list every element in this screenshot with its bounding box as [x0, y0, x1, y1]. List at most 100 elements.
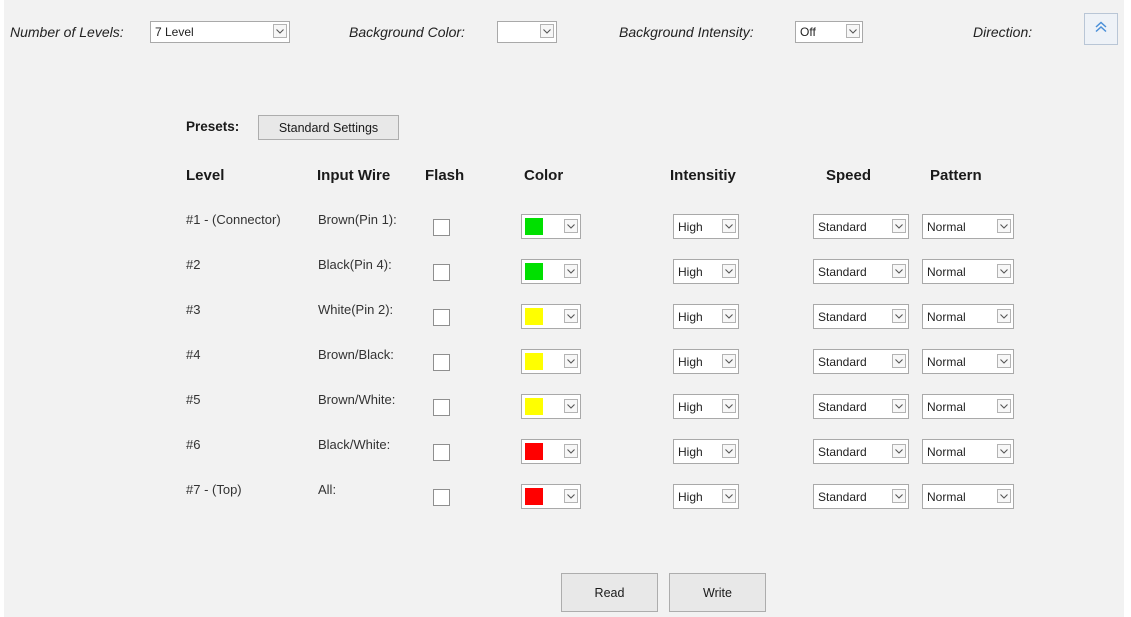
intensity-dropdown[interactable]: High — [673, 304, 739, 329]
direction-label: Direction: — [973, 24, 1033, 40]
color-swatch — [525, 443, 543, 460]
intensity-dropdown[interactable]: High — [673, 394, 739, 419]
pattern-value: Normal — [927, 445, 966, 459]
header-flash: Flash — [425, 167, 465, 184]
speed-value: Standard — [818, 355, 867, 369]
intensity-value: High — [678, 445, 703, 459]
row-level-label: #5 — [186, 392, 201, 407]
speed-value: Standard — [818, 490, 867, 504]
chevron-down-icon — [997, 399, 1011, 413]
color-swatch — [525, 353, 543, 370]
flash-checkbox[interactable] — [433, 354, 450, 371]
speed-dropdown[interactable]: Standard — [813, 439, 909, 464]
speed-value: Standard — [818, 445, 867, 459]
intensity-dropdown[interactable]: High — [673, 439, 739, 464]
chevron-down-icon — [997, 264, 1011, 278]
speed-value: Standard — [818, 220, 867, 234]
speed-dropdown[interactable]: Standard — [813, 214, 909, 239]
color-dropdown[interactable] — [521, 259, 581, 284]
flash-checkbox[interactable] — [433, 444, 450, 461]
chevron-down-icon — [564, 264, 578, 278]
pattern-value: Normal — [927, 355, 966, 369]
color-dropdown[interactable] — [521, 304, 581, 329]
chevron-down-icon — [892, 354, 906, 368]
chevron-down-icon — [997, 444, 1011, 458]
row-level-label: #4 — [186, 347, 201, 362]
pattern-dropdown[interactable]: Normal — [922, 349, 1014, 374]
write-button[interactable]: Write — [669, 573, 766, 612]
header-intensity: Intensitiy — [670, 167, 736, 184]
intensity-dropdown[interactable]: High — [673, 214, 739, 239]
speed-dropdown[interactable]: Standard — [813, 304, 909, 329]
header-input-wire: Input Wire — [317, 167, 391, 184]
chevron-down-icon — [540, 24, 554, 38]
chevron-down-icon — [564, 444, 578, 458]
flash-checkbox[interactable] — [433, 489, 450, 506]
pattern-value: Normal — [927, 400, 966, 414]
color-dropdown[interactable] — [521, 484, 581, 509]
read-button[interactable]: Read — [561, 573, 658, 612]
speed-dropdown[interactable]: Standard — [813, 394, 909, 419]
row-level-label: #1 - (Connector) — [186, 212, 281, 227]
header-pattern: Pattern — [930, 167, 982, 184]
intensity-value: High — [678, 310, 703, 324]
speed-dropdown[interactable]: Standard — [813, 259, 909, 284]
color-dropdown[interactable] — [521, 439, 581, 464]
speed-dropdown[interactable]: Standard — [813, 349, 909, 374]
flash-checkbox[interactable] — [433, 309, 450, 326]
direction-button[interactable] — [1084, 13, 1118, 45]
background-color-dropdown[interactable] — [497, 21, 557, 43]
background-color-label: Background Color: — [349, 24, 465, 40]
pattern-dropdown[interactable]: Normal — [922, 484, 1014, 509]
chevron-down-icon — [722, 444, 736, 458]
background-intensity-label: Background Intensity: — [619, 24, 754, 40]
chevron-down-icon — [273, 24, 287, 38]
header-level: Level — [186, 167, 225, 184]
flash-checkbox[interactable] — [433, 399, 450, 416]
row-input-wire-label: Black/White: — [318, 437, 391, 452]
standard-settings-button[interactable]: Standard Settings — [258, 115, 399, 140]
speed-value: Standard — [818, 310, 867, 324]
pattern-dropdown[interactable]: Normal — [922, 214, 1014, 239]
pattern-dropdown[interactable]: Normal — [922, 304, 1014, 329]
intensity-dropdown[interactable]: High — [673, 349, 739, 374]
presets-label: Presets: — [186, 119, 240, 134]
row-input-wire-label: All: — [318, 482, 337, 497]
number-of-levels-value: 7 Level — [155, 25, 194, 39]
chevron-down-icon — [892, 309, 906, 323]
intensity-dropdown[interactable]: High — [673, 259, 739, 284]
pattern-value: Normal — [927, 310, 966, 324]
intensity-dropdown[interactable]: High — [673, 484, 739, 509]
row-input-wire-label: Black(Pin 4): — [318, 257, 392, 272]
pattern-dropdown[interactable]: Normal — [922, 439, 1014, 464]
chevron-down-icon — [564, 219, 578, 233]
color-swatch — [525, 308, 543, 325]
pattern-dropdown[interactable]: Normal — [922, 394, 1014, 419]
row-level-label: #6 — [186, 437, 201, 452]
chevron-down-icon — [722, 264, 736, 278]
background-intensity-dropdown[interactable]: Off — [795, 21, 863, 43]
row-input-wire-label: Brown/White: — [318, 392, 396, 407]
color-swatch — [525, 218, 543, 235]
speed-dropdown[interactable]: Standard — [813, 484, 909, 509]
chevron-down-icon — [997, 489, 1011, 503]
flash-checkbox[interactable] — [433, 264, 450, 281]
chevron-down-icon — [892, 489, 906, 503]
row-input-wire-label: Brown/Black: — [318, 347, 394, 362]
chevron-down-icon — [564, 399, 578, 413]
pattern-dropdown[interactable]: Normal — [922, 259, 1014, 284]
color-dropdown[interactable] — [521, 214, 581, 239]
chevron-down-icon — [997, 219, 1011, 233]
color-dropdown[interactable] — [521, 394, 581, 419]
chevron-down-icon — [564, 309, 578, 323]
color-dropdown[interactable] — [521, 349, 581, 374]
color-swatch — [525, 398, 543, 415]
header-color: Color — [524, 167, 564, 184]
number-of-levels-dropdown[interactable]: 7 Level — [150, 21, 290, 43]
chevron-down-icon — [722, 219, 736, 233]
chevron-down-icon — [722, 489, 736, 503]
color-swatch — [525, 263, 543, 280]
row-level-label: #7 - (Top) — [186, 482, 242, 497]
flash-checkbox[interactable] — [433, 219, 450, 236]
chevron-down-icon — [722, 354, 736, 368]
